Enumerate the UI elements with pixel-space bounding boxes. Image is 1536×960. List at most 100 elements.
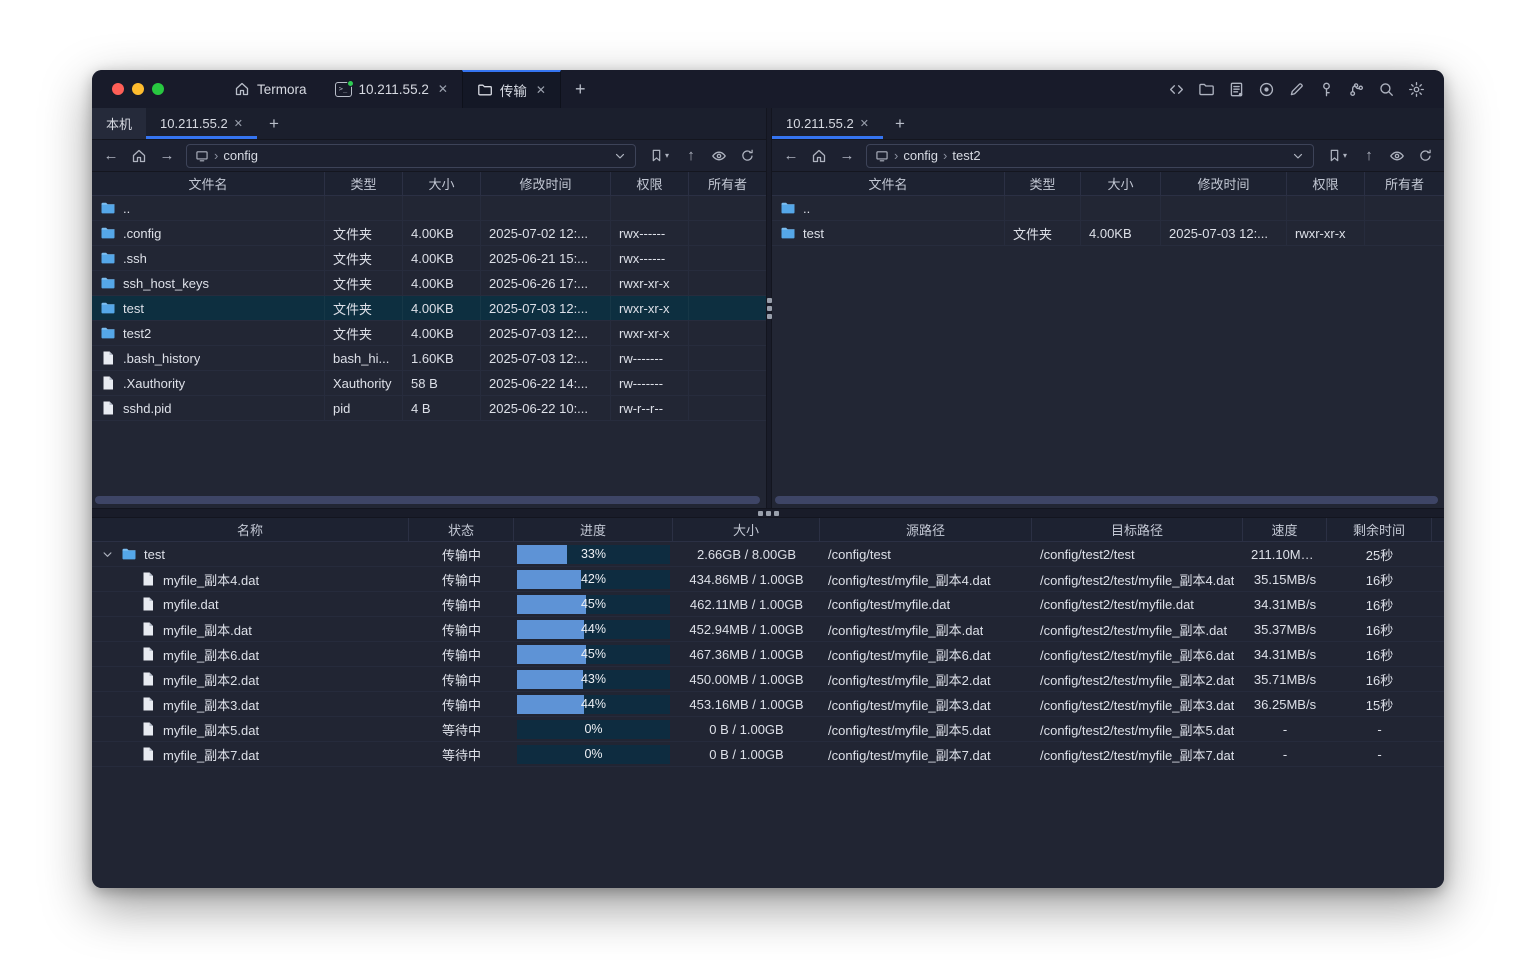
column-header-mtime[interactable]: 修改时间 bbox=[481, 172, 611, 195]
column-header-name[interactable]: 文件名 bbox=[92, 172, 325, 195]
bookmark-button[interactable]: ▾ bbox=[642, 144, 676, 168]
transfer-row[interactable]: myfile_副本6.dat 传输中 45% 467.36MB / 1.00GB… bbox=[92, 642, 1444, 667]
settings-icon[interactable] bbox=[1402, 76, 1430, 102]
close-window-button[interactable] bbox=[112, 83, 124, 95]
column-header-type[interactable]: 类型 bbox=[325, 172, 403, 195]
tab-transfer-label: 传输 bbox=[500, 80, 527, 100]
edit-icon[interactable] bbox=[1282, 76, 1310, 102]
file-name: test bbox=[123, 301, 144, 316]
transfer-row[interactable]: myfile_副本.dat 传输中 44% 452.94MB / 1.00GB … bbox=[92, 617, 1444, 642]
column-header-name[interactable]: 文件名 bbox=[772, 172, 1005, 195]
chevron-down-icon[interactable] bbox=[100, 548, 114, 561]
table-row[interactable]: sshd.pid pid 4 B 2025-06-22 10:... rw-r-… bbox=[92, 396, 766, 421]
close-icon[interactable]: ✕ bbox=[860, 117, 869, 130]
table-row[interactable]: .. bbox=[92, 196, 766, 221]
transfer-row[interactable]: myfile_副本7.dat 等待中 0% 0 B / 1.00GB /conf… bbox=[92, 742, 1444, 767]
breadcrumb-segment[interactable]: config bbox=[223, 148, 258, 163]
table-row-selected[interactable]: test 文件夹 4.00KB 2025-07-03 12:... rwxr-x… bbox=[92, 296, 766, 321]
left-new-tab-button[interactable]: + bbox=[257, 108, 291, 139]
forward-button[interactable]: → bbox=[834, 144, 860, 168]
table-row[interactable]: .bash_history bash_hi... 1.60KB 2025-07-… bbox=[92, 346, 766, 371]
column-header-size[interactable]: 大小 bbox=[1081, 172, 1161, 195]
close-icon[interactable]: ✕ bbox=[536, 83, 546, 97]
close-icon[interactable]: ✕ bbox=[234, 117, 243, 130]
column-header-target[interactable]: 目标路径 bbox=[1032, 518, 1243, 541]
home-button[interactable] bbox=[126, 144, 152, 168]
table-row[interactable]: test2 文件夹 4.00KB 2025-07-03 12:... rwxr-… bbox=[92, 321, 766, 346]
tab-remote-right[interactable]: 10.211.55.2 ✕ bbox=[772, 108, 883, 139]
breadcrumb-segment[interactable]: test2 bbox=[952, 148, 980, 163]
close-icon[interactable]: ✕ bbox=[438, 82, 448, 96]
breadcrumb-segment[interactable]: config bbox=[903, 148, 938, 163]
chevron-down-icon[interactable] bbox=[1291, 149, 1305, 163]
column-header-owner[interactable]: 所有者 bbox=[1365, 172, 1444, 195]
transfer-row[interactable]: myfile_副本3.dat 传输中 44% 453.16MB / 1.00GB… bbox=[92, 692, 1444, 717]
right-horizontal-scrollbar[interactable] bbox=[775, 496, 1438, 504]
record-icon[interactable] bbox=[1252, 76, 1280, 102]
column-header-type[interactable]: 类型 bbox=[1005, 172, 1081, 195]
tab-home[interactable]: Termora bbox=[220, 70, 321, 108]
up-directory-button[interactable]: ↑ bbox=[678, 144, 704, 168]
bookmark-button[interactable]: ▾ bbox=[1320, 144, 1354, 168]
column-header-status[interactable]: 状态 bbox=[409, 518, 514, 541]
scrollbar-thumb[interactable] bbox=[775, 496, 1438, 504]
column-header-perm[interactable]: 权限 bbox=[1287, 172, 1365, 195]
table-row[interactable]: test 文件夹 4.00KB 2025-07-03 12:... rwxr-x… bbox=[772, 221, 1444, 246]
search-icon[interactable] bbox=[1372, 76, 1400, 102]
left-breadcrumb[interactable]: › config bbox=[186, 144, 636, 168]
progress-bar: 0% bbox=[517, 745, 670, 764]
transfer-row[interactable]: myfile.dat 传输中 45% 462.11MB / 1.00GB /co… bbox=[92, 592, 1444, 617]
column-header-source[interactable]: 源路径 bbox=[820, 518, 1032, 541]
table-row[interactable]: .Xauthority Xauthority 58 B 2025-06-22 1… bbox=[92, 371, 766, 396]
log-icon[interactable] bbox=[1222, 76, 1250, 102]
column-header-progress[interactable]: 进度 bbox=[514, 518, 673, 541]
column-header-perm[interactable]: 权限 bbox=[611, 172, 689, 195]
show-hidden-button[interactable] bbox=[706, 144, 732, 168]
key-icon[interactable] bbox=[1312, 76, 1340, 102]
back-button[interactable]: ← bbox=[98, 144, 124, 168]
tab-remote-left[interactable]: 10.211.55.2 ✕ bbox=[146, 108, 257, 139]
forward-button[interactable]: → bbox=[154, 144, 180, 168]
code-icon[interactable] bbox=[1162, 76, 1190, 102]
chevron-down-icon: ▾ bbox=[1343, 151, 1347, 160]
refresh-button[interactable] bbox=[1412, 144, 1438, 168]
table-row[interactable]: .. bbox=[772, 196, 1444, 221]
right-table-header: 文件名 类型 大小 修改时间 权限 所有者 bbox=[772, 172, 1444, 196]
refresh-button[interactable] bbox=[734, 144, 760, 168]
branch-icon[interactable] bbox=[1342, 76, 1370, 102]
right-breadcrumb[interactable]: › config › test2 bbox=[866, 144, 1314, 168]
column-header-mtime[interactable]: 修改时间 bbox=[1161, 172, 1287, 195]
folder-icon[interactable] bbox=[1192, 76, 1220, 102]
splitter-handle-icon bbox=[767, 298, 772, 319]
table-row[interactable]: ssh_host_keys 文件夹 4.00KB 2025-06-26 17:.… bbox=[92, 271, 766, 296]
tab-remote-right-label: 10.211.55.2 bbox=[786, 116, 854, 131]
minimize-window-button[interactable] bbox=[132, 83, 144, 95]
back-button[interactable]: ← bbox=[778, 144, 804, 168]
chevron-down-icon[interactable] bbox=[613, 149, 627, 163]
table-row[interactable]: .ssh 文件夹 4.00KB 2025-06-21 15:... rwx---… bbox=[92, 246, 766, 271]
column-header-owner[interactable]: 所有者 bbox=[689, 172, 766, 195]
transfer-row[interactable]: myfile_副本5.dat 等待中 0% 0 B / 1.00GB /conf… bbox=[92, 717, 1444, 742]
scrollbar-thumb[interactable] bbox=[95, 496, 760, 504]
transfer-row[interactable]: myfile_副本2.dat 传输中 43% 450.00MB / 1.00GB… bbox=[92, 667, 1444, 692]
show-hidden-button[interactable] bbox=[1384, 144, 1410, 168]
up-directory-button[interactable]: ↑ bbox=[1356, 144, 1382, 168]
column-header-size[interactable]: 大小 bbox=[403, 172, 481, 195]
column-header-speed[interactable]: 速度 bbox=[1243, 518, 1327, 541]
new-tab-button[interactable]: + bbox=[561, 70, 600, 108]
transfer-row[interactable]: myfile_副本4.dat 传输中 42% 434.86MB / 1.00GB… bbox=[92, 567, 1444, 592]
table-row[interactable]: .config 文件夹 4.00KB 2025-07-02 12:... rwx… bbox=[92, 221, 766, 246]
left-horizontal-scrollbar[interactable] bbox=[95, 496, 760, 504]
horizontal-splitter[interactable] bbox=[92, 508, 1444, 518]
column-header-name[interactable]: 名称 bbox=[92, 518, 409, 541]
tab-transfer[interactable]: 传输 ✕ bbox=[462, 70, 561, 108]
right-new-tab-button[interactable]: + bbox=[883, 108, 917, 139]
zoom-window-button[interactable] bbox=[152, 83, 164, 95]
tab-server[interactable]: >_ 10.211.55.2 ✕ bbox=[321, 70, 462, 108]
column-header-size[interactable]: 大小 bbox=[673, 518, 820, 541]
home-button[interactable] bbox=[806, 144, 832, 168]
progress-bar: 42% bbox=[517, 570, 670, 589]
tab-local[interactable]: 本机 bbox=[92, 108, 146, 139]
column-header-eta[interactable]: 剩余时间 bbox=[1327, 518, 1432, 541]
transfer-row[interactable]: test 传输中 33% 2.66GB / 8.00GB /config/tes… bbox=[92, 542, 1444, 567]
